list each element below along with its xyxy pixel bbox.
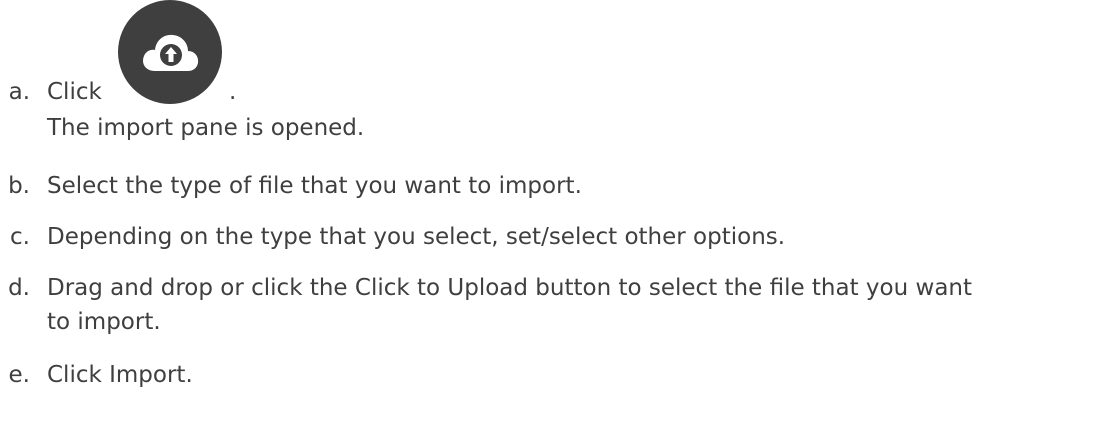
step-text: Select the type of file that you want to…	[47, 173, 582, 199]
upload-button[interactable]	[118, 0, 222, 104]
step-suffix: .	[229, 79, 237, 105]
cloud-upload-icon	[143, 34, 199, 71]
step-b: b. Select the type of file that you want…	[0, 168, 1109, 204]
step-continuation: to import.	[47, 309, 161, 335]
step-marker: b.	[8, 173, 30, 199]
step-marker: c.	[10, 224, 30, 250]
step-marker: d.	[8, 275, 30, 301]
step-marker: a.	[8, 79, 30, 105]
step-a: a. Click . The import pane is opened.	[0, 0, 1109, 144]
step-text: Depending on the type that you select, s…	[47, 224, 786, 250]
step-text: Click	[47, 79, 102, 105]
step-text: Click Import.	[47, 362, 193, 388]
step-marker: e.	[8, 362, 30, 388]
step-text: Drag and drop or click the Click to Uplo…	[47, 275, 973, 301]
step-d: d. Drag and drop or click the Click to U…	[0, 270, 1109, 342]
step-note: The import pane is opened.	[47, 115, 365, 141]
step-e: e. Click Import.	[0, 357, 1109, 393]
step-c: c. Depending on the type that you select…	[0, 219, 1109, 255]
instruction-list: a. Click . The import pane is opened. b.…	[0, 0, 1109, 431]
